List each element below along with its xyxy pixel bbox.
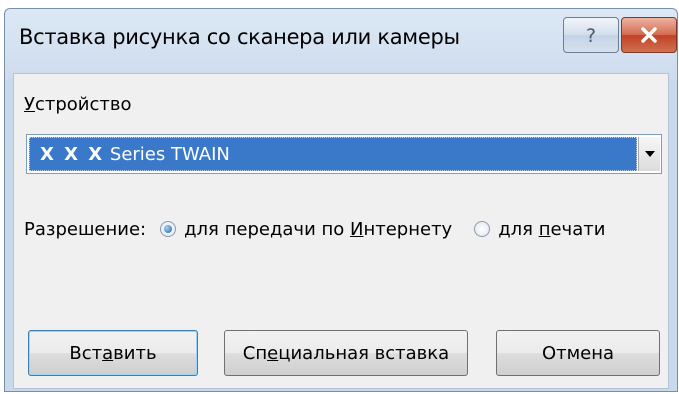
dropdown-arrow-button[interactable] [638, 137, 660, 171]
resolution-label: Разрешение: [24, 218, 147, 240]
device-label: Устройство [24, 94, 132, 115]
device-name-prefix: X X X [40, 143, 105, 165]
resolution-row: Разрешение: для передачи по Интернету дл… [24, 214, 605, 244]
radio-internet[interactable]: для передачи по Интернету [160, 219, 452, 240]
radio-print-label: для печати [498, 218, 606, 240]
radio-internet-label: для передачи по Интернету [184, 218, 453, 240]
svg-text:?: ? [586, 25, 596, 46]
dialog-title: Вставка рисунка со сканера или камеры [19, 25, 460, 49]
device-label-text: стройство [34, 94, 132, 115]
dialog-content: Устройство X X X Series TWAIN Разрешение… [13, 73, 669, 389]
special-insert-button[interactable]: Сп е циальная вставка [224, 330, 468, 376]
close-button[interactable] [621, 17, 677, 53]
device-dropdown[interactable]: X X X Series TWAIN [26, 134, 662, 174]
device-name-suffix: Series TWAIN [104, 143, 230, 165]
device-selected-value[interactable]: X X X Series TWAIN [29, 137, 637, 171]
title-bar[interactable]: Вставка рисунка со сканера или камеры ? [5, 9, 677, 73]
insert-button[interactable]: Вст а вить [28, 330, 198, 376]
radio-print-button[interactable] [474, 221, 491, 237]
help-icon: ? [586, 25, 596, 46]
close-icon [641, 27, 657, 43]
radio-print[interactable]: для печати [474, 219, 605, 240]
radio-internet-button[interactable] [160, 221, 177, 237]
chevron-down-icon [644, 151, 655, 157]
help-button[interactable]: ? [563, 17, 619, 53]
device-label-mnemonic: У [24, 94, 35, 115]
cancel-button[interactable]: Отмена [496, 330, 660, 376]
insert-picture-dialog: Вставка рисунка со сканера или камеры ? … [4, 8, 678, 392]
